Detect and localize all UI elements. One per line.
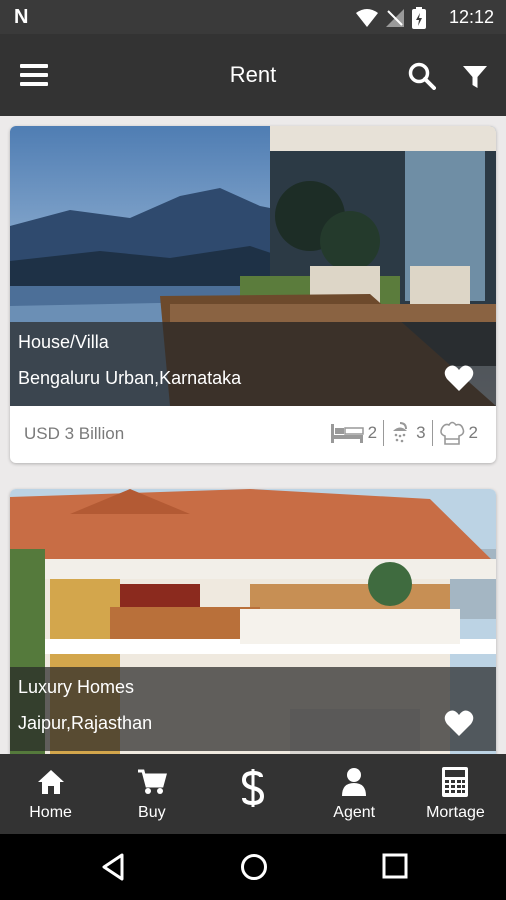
listing-overlay: House/Villa Bengaluru Urban,Karnataka (10, 322, 496, 406)
baths-count: 3 (416, 423, 426, 442)
property-type: Luxury Homes (18, 677, 135, 697)
bed-icon (330, 424, 364, 443)
property-photo[interactable]: House/Villa Bengaluru Urban,Karnataka (10, 126, 496, 406)
listing-card[interactable]: Luxury Homes Jaipur,Rajasthan (10, 489, 496, 754)
app-bar: Rent (0, 34, 506, 116)
status-time: 12:12 (448, 7, 494, 27)
nav-agent[interactable]: Agent (304, 754, 405, 834)
notification-icon: N (14, 6, 29, 28)
recents-icon[interactable] (382, 853, 408, 879)
chef-hat-icon (439, 421, 464, 445)
nav-buy-label: Buy (138, 804, 166, 821)
kitchens-count: 2 (468, 423, 478, 442)
property-location: Bengaluru Urban,Karnataka (18, 368, 242, 388)
search-icon[interactable] (408, 62, 436, 90)
person-icon (342, 768, 367, 796)
filter-icon[interactable] (462, 64, 488, 90)
property-photo[interactable]: Luxury Homes Jaipur,Rajasthan (10, 489, 496, 754)
calculator-icon (442, 767, 469, 797)
cart-icon (137, 769, 167, 794)
listing-card[interactable]: House/Villa Bengaluru Urban,Karnataka US… (10, 126, 496, 463)
property-location: Jaipur,Rajasthan (18, 713, 153, 733)
kitchens-feature: 2 (433, 420, 484, 446)
wifi-icon (356, 9, 378, 27)
property-type: House/Villa (18, 332, 109, 352)
system-nav-bar (0, 834, 506, 900)
bottom-nav: Home Buy Agent Mortage (0, 754, 506, 834)
nav-buy[interactable]: Buy (101, 754, 202, 834)
nav-home[interactable]: Home (0, 754, 101, 834)
nav-mortgage[interactable]: Mortage (405, 754, 506, 834)
home-circle-icon[interactable] (240, 853, 268, 881)
listing-overlay: Luxury Homes Jaipur,Rajasthan (10, 667, 496, 751)
battery-icon (412, 7, 426, 29)
beds-count: 2 (367, 423, 378, 442)
property-features: 2 3 2 (324, 420, 484, 446)
shower-icon (393, 422, 408, 443)
nav-home-label: Home (29, 804, 72, 821)
dollar-icon (241, 769, 265, 807)
home-icon (37, 770, 64, 794)
back-icon[interactable] (100, 853, 126, 881)
baths-feature: 3 (384, 421, 431, 445)
listing-info: USD 3 Billion 2 3 2 (10, 406, 496, 463)
beds-feature: 2 (324, 422, 383, 444)
nav-rent[interactable] (202, 754, 303, 834)
nav-mortgage-label: Mortage (426, 804, 485, 821)
favorite-heart-icon[interactable] (444, 364, 474, 392)
status-bar: N 12:12 (0, 0, 506, 34)
no-signal-icon (386, 9, 404, 27)
property-price: USD 3 Billion (24, 424, 125, 443)
listing-feed[interactable]: House/Villa Bengaluru Urban,Karnataka US… (0, 116, 506, 754)
favorite-heart-icon[interactable] (444, 709, 474, 737)
nav-agent-label: Agent (333, 804, 376, 821)
